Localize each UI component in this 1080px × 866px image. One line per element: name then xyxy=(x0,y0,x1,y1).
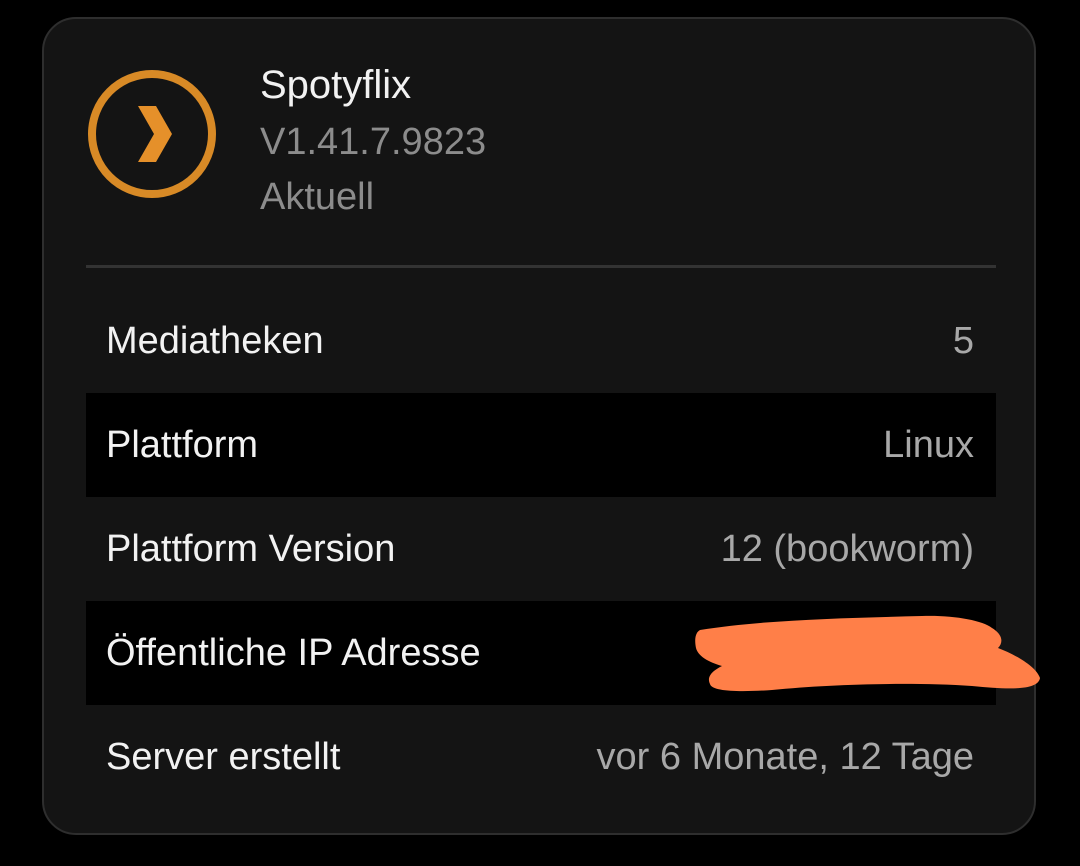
info-row-value: Linux xyxy=(883,423,974,466)
info-row-libraries: Mediatheken 5 xyxy=(86,289,996,393)
info-row-platform-version: Plattform Version 12 (bookworm) xyxy=(86,497,996,601)
server-info-card: Spotyflix V1.41.7.9823 Aktuell Mediathek… xyxy=(42,17,1036,835)
info-row-value: 5 xyxy=(952,319,974,362)
app-logo-icon xyxy=(86,68,218,200)
info-row-server-created: Server erstellt vor 6 Monate, 12 Tage xyxy=(86,705,996,809)
info-row-label: Plattform xyxy=(106,423,259,466)
info-row-label: Mediatheken xyxy=(106,319,324,362)
info-row-platform: Plattform Linux xyxy=(86,393,996,497)
app-version: V1.41.7.9823 xyxy=(260,121,487,163)
info-row-label: Plattform Version xyxy=(106,527,396,570)
redaction-scribble xyxy=(695,615,1040,692)
info-row-label: Öffentliche IP Adresse xyxy=(106,631,481,674)
app-name: Spotyflix xyxy=(260,63,412,107)
update-status: Aktuell xyxy=(260,176,375,218)
info-row-value: 12 (bookworm) xyxy=(720,527,974,570)
divider xyxy=(86,265,996,268)
info-list: Mediatheken 5 Plattform Linux Plattform … xyxy=(86,289,996,809)
info-row-label: Server erstellt xyxy=(106,735,341,778)
info-row-value: vor 6 Monate, 12 Tage xyxy=(596,735,974,778)
